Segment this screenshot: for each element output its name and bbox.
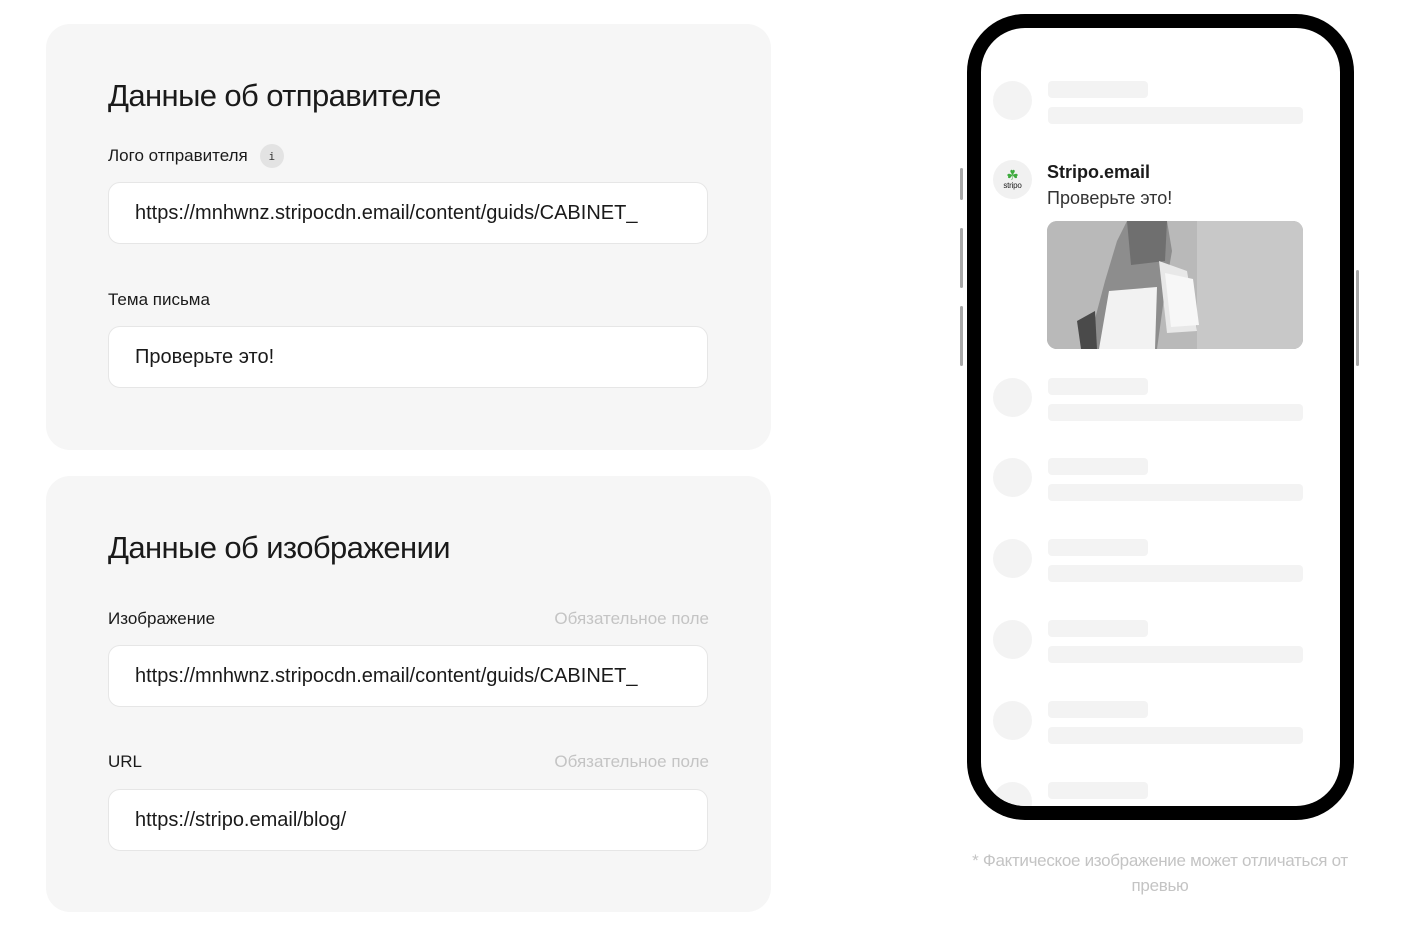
phone-volume-down-button (960, 306, 963, 366)
phone-mute-button (960, 168, 963, 200)
notification-sender: Stripo.email (1047, 162, 1151, 182)
sender-data-card: Данные об отправителе Лого отправителя i… (46, 24, 771, 450)
info-icon[interactable]: i (259, 144, 284, 168)
logo-text: stripo (1003, 181, 1022, 190)
phone-volume-up-button (960, 228, 963, 288)
subject-field-label: Тема письма (108, 290, 210, 309)
skeleton-row (993, 539, 1303, 582)
phone-preview: ☘ stripo Stripo.email Проверьте это! (967, 14, 1354, 820)
sender-section-title: Данные об отправителе (108, 78, 441, 113)
phone-screen: ☘ stripo Stripo.email Проверьте это! (981, 28, 1340, 806)
notification-image (1047, 221, 1303, 349)
skeleton-row (993, 620, 1303, 663)
fashion-photo (1047, 221, 1303, 349)
link-url-input[interactable] (108, 789, 708, 851)
skeleton-row (993, 81, 1303, 124)
skeleton-row (993, 782, 1303, 806)
url-field-label: URL (108, 752, 143, 771)
logo-field-label: Лого отправителя i (108, 144, 284, 168)
sender-logo: ☘ stripo (993, 160, 1032, 199)
skeleton-row (993, 701, 1303, 744)
skeleton-row (993, 458, 1303, 501)
phone-power-button (1356, 270, 1359, 366)
logo-label-text: Лого отправителя (108, 146, 248, 165)
image-data-card: Данные об изображении Изображение Обязат… (46, 476, 771, 912)
preview-disclaimer: * Фактическое изображение может отличать… (972, 851, 1348, 895)
logo-url-input[interactable] (108, 182, 708, 244)
url-required-hint: Обязательное поле (554, 752, 709, 771)
notification-subject: Проверьте это! (1047, 188, 1173, 208)
email-notification: ☘ stripo Stripo.email Проверьте это! (993, 148, 1313, 349)
image-field-label: Изображение (108, 609, 216, 628)
leaf-icon: ☘ (1006, 167, 1019, 183)
image-section-title: Данные об изображении (108, 530, 451, 565)
skeleton-row (993, 378, 1303, 421)
image-required-hint: Обязательное поле (554, 609, 709, 628)
image-url-input[interactable] (108, 645, 708, 707)
subject-input[interactable] (108, 326, 708, 388)
